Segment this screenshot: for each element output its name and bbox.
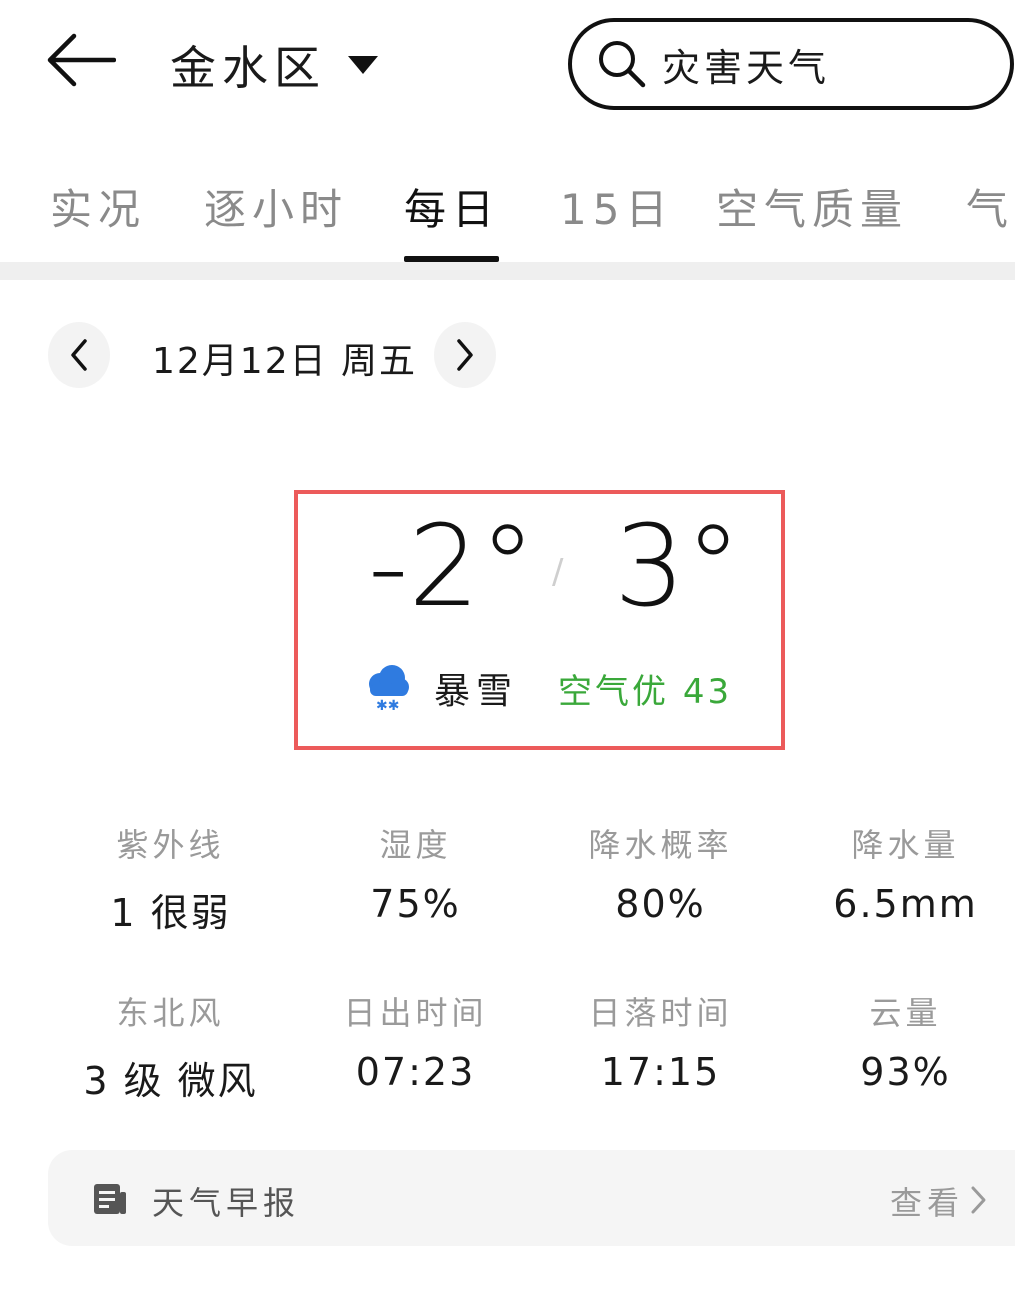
detail-label: 湿度 — [379, 826, 452, 864]
detail-uv: 紫外线 1 很弱 — [48, 820, 293, 937]
back-arrow-icon — [47, 33, 117, 87]
detail-value: 3 级 微风 — [83, 1059, 258, 1103]
report-view-link[interactable]: 查看 — [890, 1178, 964, 1224]
chevron-left-icon — [71, 339, 87, 371]
detail-precip-probability: 降水概率 80% — [538, 820, 783, 926]
city-selector[interactable]: 金水区 — [170, 32, 378, 98]
detail-humidity: 湿度 75% — [293, 820, 538, 926]
prev-day-button[interactable] — [48, 322, 110, 388]
detail-value: 1 很弱 — [110, 891, 231, 935]
detail-value: 07:23 — [355, 1050, 476, 1094]
chevron-right-icon — [971, 1186, 986, 1214]
detail-cloud-cover: 云量 93% — [783, 988, 1015, 1094]
low-temperature: -2° — [368, 502, 536, 632]
tab-daily[interactable]: 每日 — [404, 176, 500, 237]
weather-report-card[interactable]: 天气早报 查看 — [48, 1150, 1015, 1246]
back-button[interactable] — [44, 30, 124, 100]
tab-live[interactable]: 实况 — [50, 176, 146, 237]
detail-label: 日落时间 — [588, 994, 733, 1032]
detail-label: 紫外线 — [116, 826, 225, 864]
detail-label: 云量 — [869, 994, 942, 1032]
section-divider — [0, 262, 1015, 280]
high-temperature: 3° — [614, 502, 742, 632]
tab-air-quality[interactable]: 空气质量 — [716, 176, 908, 237]
detail-label: 东北风 — [116, 994, 225, 1032]
header: 金水区 灾害天气 — [0, 0, 1015, 130]
condition-row: ✱✱ 暴雪 空气优 43 — [364, 662, 732, 714]
detail-precip-amount: 降水量 6.5mm — [783, 820, 1015, 926]
detail-label: 日出时间 — [343, 994, 488, 1032]
tab-15-day[interactable]: 15日 — [560, 176, 673, 237]
dropdown-caret-icon — [348, 56, 378, 74]
weather-condition: 暴雪 — [434, 671, 519, 712]
detail-sunrise: 日出时间 07:23 — [293, 988, 538, 1094]
search-placeholder: 灾害天气 — [662, 45, 831, 90]
detail-value: 75% — [370, 882, 461, 926]
forecast-summary: -2° / 3° ✱✱ 暴雪 空气优 43 — [294, 490, 785, 750]
svg-text:✱✱: ✱✱ — [376, 698, 399, 714]
city-name: 金水区 — [170, 41, 326, 95]
current-date: 12月12日 周五 — [152, 341, 418, 382]
detail-value: 80% — [615, 882, 706, 926]
date-navigator: 12月12日 周五 — [48, 322, 508, 388]
detail-label: 降水概率 — [588, 826, 733, 864]
tab-hourly[interactable]: 逐小时 — [204, 176, 348, 237]
next-day-button[interactable] — [434, 322, 496, 388]
tab-more[interactable]: 气 — [966, 176, 1014, 237]
detail-sunset: 日落时间 17:15 — [538, 988, 783, 1094]
air-quality-badge[interactable]: 空气优 43 — [558, 664, 732, 713]
detail-wind: 东北风 3 级 微风 — [48, 988, 293, 1105]
detail-value: 93% — [860, 1050, 951, 1094]
document-icon — [94, 1184, 126, 1214]
tab-bar: 实况 逐小时 每日 15日 空气质量 气 — [0, 168, 1015, 264]
temperature-separator: / — [552, 552, 564, 592]
chevron-right-icon — [457, 339, 473, 371]
detail-label: 降水量 — [851, 826, 960, 864]
search-icon — [599, 41, 646, 88]
snow-cloud-icon: ✱✱ — [369, 665, 409, 714]
report-title: 天气早报 — [152, 1184, 301, 1222]
detail-value: 17:15 — [600, 1050, 721, 1094]
search-box[interactable]: 灾害天气 — [568, 18, 1014, 110]
detail-value: 6.5mm — [833, 882, 978, 926]
